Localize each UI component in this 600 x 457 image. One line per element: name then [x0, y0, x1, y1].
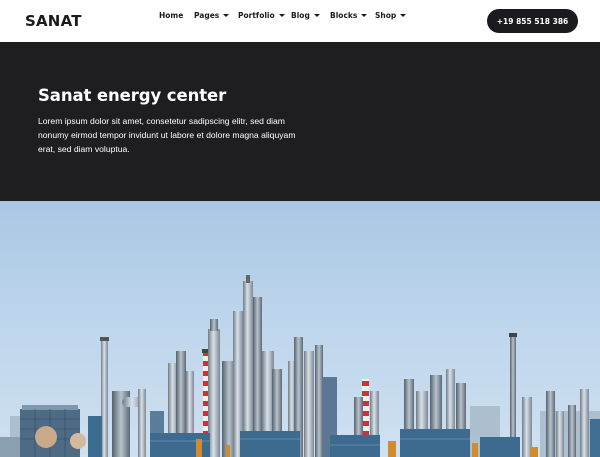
caret-down-icon [223, 14, 230, 17]
site-header: SANAT Home Pages Portfolio Blog Blocks S… [0, 0, 600, 42]
nav-item-label: Pages [194, 10, 220, 20]
nav-item-portfolio[interactable]: Portfolio [238, 11, 285, 20]
caret-down-icon [313, 14, 320, 17]
hero-description: Lorem ipsum dolor sit amet, consetetur s… [38, 116, 296, 154]
nav-item-blog[interactable]: Blog [291, 11, 320, 20]
hero-section: Sanat energy center Lorem ipsum dolor si… [0, 42, 600, 201]
site-logo[interactable]: SANAT [25, 12, 82, 30]
nav-item-label: Blocks [330, 10, 358, 20]
nav-item-label: Home [159, 10, 184, 20]
nav-item-label: Portfolio [238, 10, 275, 20]
caret-down-icon [400, 14, 407, 17]
refinery-photo [0, 201, 600, 457]
caret-down-icon [361, 14, 368, 17]
nav-item-blocks[interactable]: Blocks [330, 10, 368, 20]
nav-item-label: Shop [375, 10, 397, 20]
nav-item-pages[interactable]: Pages [194, 10, 230, 20]
nav-item-shop[interactable]: Shop [375, 10, 407, 20]
caret-down-icon [278, 14, 285, 17]
nav-item-label: Blog [291, 10, 310, 20]
nav-item-home[interactable]: Home [159, 11, 183, 20]
phone-button[interactable]: +19 855 518 386 [487, 9, 578, 33]
hero-title: Sanat energy center [38, 86, 227, 105]
refinery-illustration [0, 275, 600, 457]
